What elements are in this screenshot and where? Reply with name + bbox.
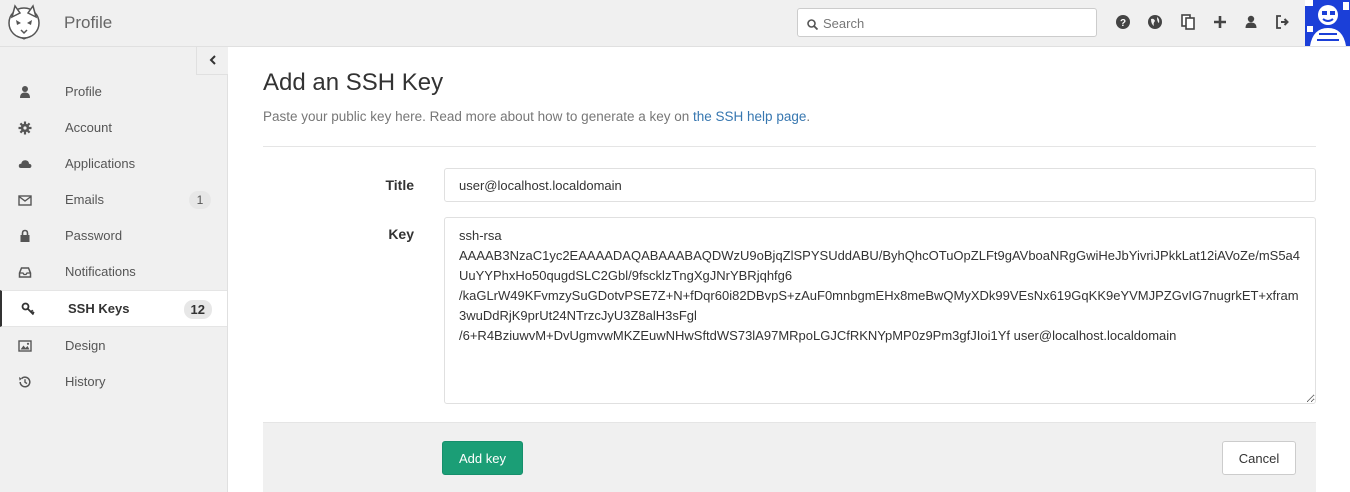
lock-icon xyxy=(18,229,32,243)
plus-icon[interactable] xyxy=(1212,14,1228,30)
sidebar-item-label: Password xyxy=(65,228,123,243)
key-label: Key xyxy=(388,226,414,242)
form-actions: Add key Cancel xyxy=(263,422,1316,492)
sidebar-collapse-button[interactable] xyxy=(196,47,228,75)
cloud-icon xyxy=(18,157,32,171)
sidebar-item-profile[interactable]: Profile xyxy=(0,74,227,110)
title-field[interactable] xyxy=(444,168,1316,202)
sidebar-item-notifications[interactable]: Notifications xyxy=(0,254,227,290)
help-icon[interactable]: ? xyxy=(1115,14,1131,30)
sidebar-item-applications[interactable]: Applications xyxy=(0,146,227,182)
ssh-help-link[interactable]: the SSH help page xyxy=(693,109,806,124)
inbox-icon xyxy=(18,265,32,279)
main-content: Add an SSH Key Paste your public key her… xyxy=(229,47,1350,492)
description-text: Paste your public key here. Read more ab… xyxy=(263,109,694,124)
description-suffix: . xyxy=(806,109,811,124)
history-icon xyxy=(18,375,32,389)
emails-count-badge: 1 xyxy=(189,191,211,209)
search-icon xyxy=(807,17,819,35)
divider xyxy=(263,146,1316,147)
sidebar-item-label: Profile xyxy=(65,84,102,99)
key-icon xyxy=(21,302,35,316)
sidebar-item-account[interactable]: Account xyxy=(0,110,227,146)
svg-text:?: ? xyxy=(1120,18,1126,29)
ssh-keys-count-badge: 12 xyxy=(183,300,212,319)
sidebar-item-ssh-keys[interactable]: SSH Keys 12 xyxy=(0,290,227,327)
avatar[interactable] xyxy=(1305,0,1350,46)
gitlab-logo-icon[interactable] xyxy=(5,3,43,41)
user-icon xyxy=(18,85,32,99)
user-icon[interactable] xyxy=(1243,14,1259,30)
page-description: Paste your public key here. Read more ab… xyxy=(263,109,810,124)
sidebar-item-history[interactable]: History xyxy=(0,364,227,400)
envelope-icon xyxy=(18,193,32,207)
sidebar: Profile Account Applications Emails 1 Pa… xyxy=(0,47,228,492)
sidebar-item-label: Applications xyxy=(65,156,136,171)
sidebar-item-label: History xyxy=(65,374,106,389)
sidebar-item-label: Design xyxy=(65,338,106,353)
add-key-button[interactable]: Add key xyxy=(442,441,523,475)
sidebar-item-label: Account xyxy=(65,120,112,135)
sidebar-item-label: SSH Keys xyxy=(68,301,130,316)
search-box[interactable] xyxy=(797,8,1097,37)
gear-icon xyxy=(18,121,32,135)
sidebar-item-password[interactable]: Password xyxy=(0,218,227,254)
sign-out-icon[interactable] xyxy=(1275,14,1291,30)
page-title: Add an SSH Key xyxy=(263,69,444,96)
sidebar-item-design[interactable]: Design xyxy=(0,328,227,364)
image-icon xyxy=(18,339,32,353)
title-label: Title xyxy=(385,177,414,193)
header-title[interactable]: Profile xyxy=(64,13,112,33)
sidebar-item-emails[interactable]: Emails 1 xyxy=(0,182,227,218)
top-header: Profile ? xyxy=(0,0,1350,47)
globe-icon[interactable] xyxy=(1147,14,1163,30)
snippets-icon[interactable] xyxy=(1180,14,1196,30)
chevron-left-icon xyxy=(209,55,216,65)
sidebar-item-label: Emails xyxy=(65,192,105,207)
search-input[interactable] xyxy=(823,13,1088,33)
sidebar-item-label: Notifications xyxy=(65,264,136,279)
cancel-button[interactable]: Cancel xyxy=(1222,441,1296,475)
key-field[interactable]: ssh-rsa AAAAB3NzaC1yc2EAAAADAQABAAABAQDW… xyxy=(444,217,1316,404)
